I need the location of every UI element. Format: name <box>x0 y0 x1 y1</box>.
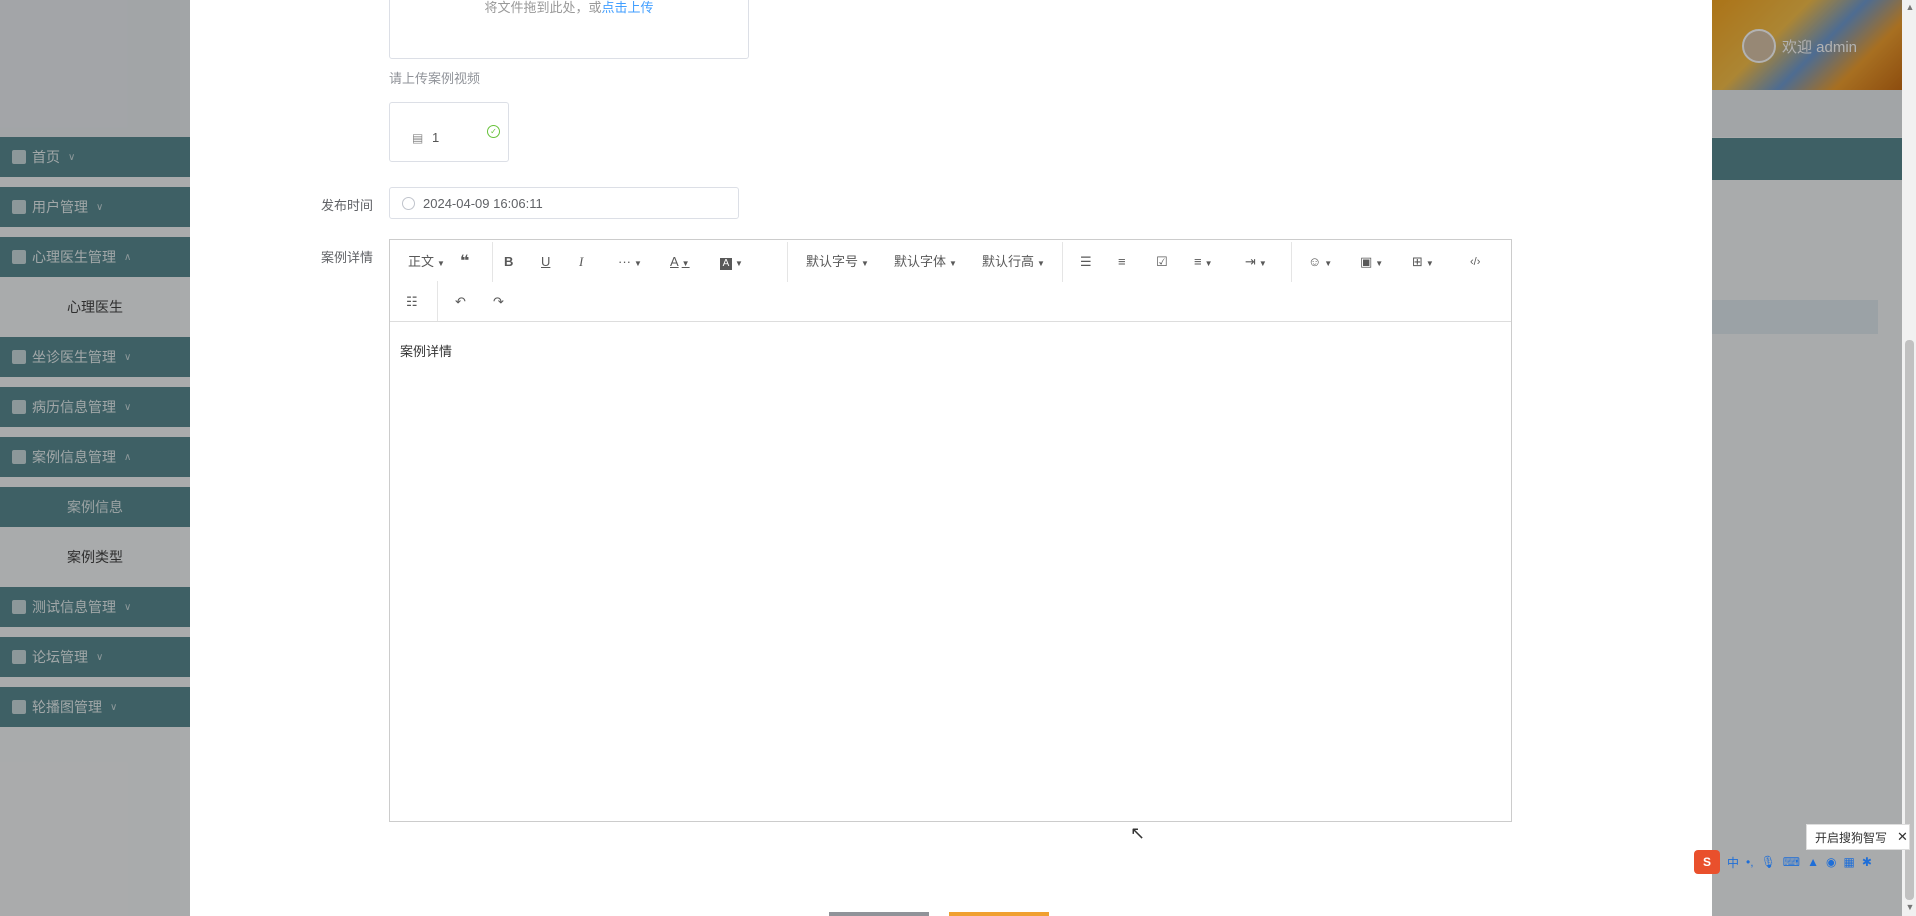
scroll-down-icon[interactable]: ▼ <box>1904 902 1916 914</box>
toolbar-divider <box>492 242 493 282</box>
code-icon[interactable]: ‹/› <box>1470 250 1480 274</box>
blockquote-icon[interactable]: ❝ <box>460 250 469 274</box>
underline-icon[interactable]: U <box>541 250 550 274</box>
ime-smart-write-tip[interactable]: 开启搜狗智写 ✕ <box>1806 824 1910 850</box>
more-styles-dropdown[interactable]: ··· ▼ <box>618 250 642 274</box>
image-icon[interactable]: ▣ ▼ <box>1360 250 1383 274</box>
close-icon[interactable]: ✕ <box>1897 829 1908 845</box>
emoji-icon[interactable]: ☺ ▼ <box>1308 250 1332 274</box>
publish-time-input[interactable]: 2024-04-09 16:06:11 <box>389 187 739 219</box>
ime-toolbar[interactable]: S 中 •, 🎙 ⌨ ▲ ◉ ▦ ✱ <box>1694 850 1916 874</box>
ime-chinese-mode[interactable]: 中 <box>1727 854 1739 871</box>
scrollbar-thumb[interactable] <box>1905 340 1914 900</box>
caret-down-icon: ▼ <box>634 259 642 268</box>
caret-down-icon: ▼ <box>949 259 957 268</box>
skin-icon[interactable]: ▲ <box>1807 855 1819 869</box>
mouse-cursor-icon: ↖ <box>1130 823 1146 843</box>
sogou-logo-icon: S <box>1694 850 1720 874</box>
undo-icon[interactable]: ↶ <box>455 290 466 314</box>
divider-line-icon[interactable]: ☷ <box>406 290 418 314</box>
rich-text-editor[interactable]: 正文 ▼ ❝ B U I ··· ▼ A ▼ A ▼ 默认字号 ▼ 默认字体 ▼ 默认行高 ▼… <box>389 239 1512 822</box>
redo-icon[interactable]: ↷ <box>493 290 504 314</box>
submit-button[interactable] <box>949 912 1049 916</box>
indent-icon[interactable]: ⇥ ▼ <box>1245 250 1267 274</box>
background-color-icon[interactable]: A ▼ <box>720 250 743 274</box>
font-family-dropdown[interactable]: 默认字体 ▼ <box>894 250 957 274</box>
todo-checkbox-icon[interactable]: ☑ <box>1156 250 1168 274</box>
scroll-up-icon[interactable]: ▲ <box>1904 2 1916 14</box>
settings-icon[interactable]: ✱ <box>1862 855 1872 869</box>
case-detail-label: 案例详情 <box>321 250 374 265</box>
toolbar-divider <box>787 242 788 282</box>
uploaded-file-card[interactable]: ▤ 1 ✓ <box>389 102 509 162</box>
game-icon[interactable]: ◉ <box>1826 855 1836 869</box>
punctuation-icon[interactable]: •, <box>1746 855 1754 869</box>
upload-text: 将文件拖到此处，或 <box>484 0 602 15</box>
cancel-button[interactable] <box>829 912 929 916</box>
file-name: 1 <box>432 130 440 145</box>
table-icon[interactable]: ⊞ ▼ <box>1412 250 1434 274</box>
microphone-icon[interactable]: 🎙 <box>1761 855 1776 869</box>
font-size-dropdown[interactable]: 默认字号 ▼ <box>806 250 869 274</box>
align-icon[interactable]: ≡ ▼ <box>1194 250 1213 274</box>
video-upload-hint: 请上传案例视频 <box>389 71 481 86</box>
bold-icon[interactable]: B <box>504 250 513 274</box>
paragraph-dropdown[interactable]: 正文 ▼ <box>408 250 445 274</box>
document-icon: ▤ <box>412 131 424 145</box>
caret-down-icon: ▼ <box>437 259 445 268</box>
toolbar-divider <box>437 281 438 321</box>
caret-down-icon: ▼ <box>861 259 869 268</box>
grid-menu-icon[interactable]: ▦ <box>1844 855 1855 869</box>
clock-icon <box>402 196 415 210</box>
editor-content[interactable]: 案例详情 <box>400 341 452 360</box>
italic-icon[interactable]: I <box>579 250 583 274</box>
keyboard-icon[interactable]: ⌨ <box>1783 855 1800 869</box>
line-height-dropdown[interactable]: 默认行高 ▼ <box>982 250 1045 274</box>
upload-link[interactable]: 点击上传 <box>602 0 654 15</box>
toolbar-divider <box>1291 242 1292 282</box>
publish-time-label: 发布时间 <box>321 198 374 213</box>
toolbar-divider <box>1062 242 1063 282</box>
font-color-icon[interactable]: A ▼ <box>670 250 690 274</box>
editor-toolbar: 正文 ▼ ❝ B U I ··· ▼ A ▼ A ▼ 默认字号 ▼ 默认字体 ▼ 默认行高 ▼… <box>390 240 1511 322</box>
publish-time-value: 2024-04-09 16:06:11 <box>423 195 543 211</box>
bullet-list-icon[interactable]: ☰ <box>1080 250 1092 274</box>
success-check-icon: ✓ <box>487 125 500 138</box>
numbered-list-icon[interactable]: ≡ <box>1118 250 1126 274</box>
video-upload-dropzone[interactable]: 将文件拖到此处，或点击上传 <box>389 0 749 59</box>
caret-down-icon: ▼ <box>1037 259 1045 268</box>
